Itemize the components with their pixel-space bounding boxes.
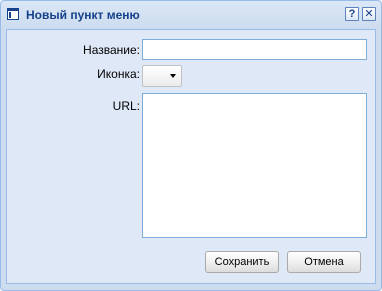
- help-icon[interactable]: ?: [345, 7, 359, 21]
- dialog-title: Новый пункт меню: [26, 8, 140, 22]
- window-icon: [7, 8, 19, 20]
- close-icon[interactable]: ✕: [362, 7, 376, 21]
- dialog-window: Новый пункт меню ? ✕ Название: Иконка: U…: [0, 0, 382, 291]
- name-label: Название:: [83, 43, 140, 57]
- name-input[interactable]: [142, 39, 367, 60]
- url-textarea[interactable]: [142, 93, 367, 238]
- save-button[interactable]: Сохранить: [205, 251, 279, 273]
- url-label: URL:: [112, 99, 140, 113]
- icon-picker-button[interactable]: [142, 65, 182, 87]
- icon-label: Иконка:: [97, 67, 140, 81]
- form-panel: Название: Иконка: URL: Сохранить Отмена: [6, 29, 376, 284]
- cancel-button[interactable]: Отмена: [287, 251, 361, 273]
- dialog-titlebar[interactable]: Новый пункт меню ? ✕: [1, 1, 381, 28]
- dropdown-arrow-icon: [170, 74, 176, 78]
